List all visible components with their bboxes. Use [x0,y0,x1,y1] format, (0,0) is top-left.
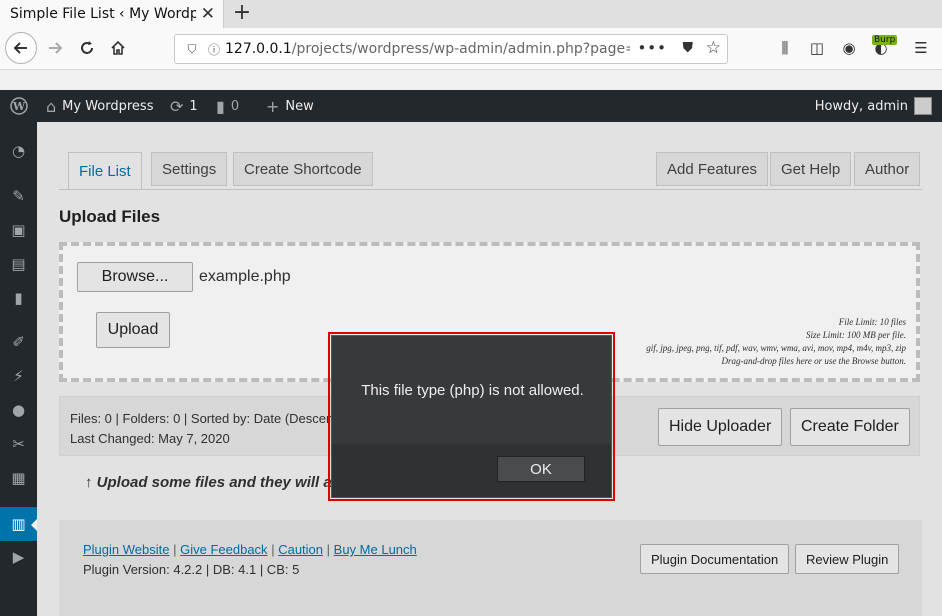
media-icon[interactable]: ▣ [0,213,37,247]
browser-navbar: ⛉ ⓘ 127.0.0.1/projects/wordpress/wp-admi… [0,28,942,70]
tools-icon[interactable]: ✂ [0,427,37,461]
library-icon[interactable]: ⫼ [774,39,796,57]
comments-link[interactable]: ▮ 0 [216,90,239,122]
wp-admin-bar: W ⌂ My Wordpress ⟳ 1 ▮ 0 + New Howdy, ad… [0,90,942,122]
settings-icon[interactable]: ▦ [0,461,37,495]
users-icon[interactable]: ● [0,393,37,427]
reload-icon [81,41,93,54]
simple-file-list-icon[interactable]: ▥ [0,507,37,541]
plugins-icon[interactable]: ⚡ [0,359,37,393]
reload-button[interactable] [72,33,102,63]
bookmark-star-icon[interactable]: ☆ [706,38,721,58]
forward-arrow-icon [49,42,63,54]
updates-count: 1 [189,98,198,114]
avatar [914,97,932,115]
ok-button[interactable]: OK [497,456,585,482]
back-arrow-icon [13,42,27,54]
posts-icon[interactable]: ✎ [0,179,37,213]
updates-icon: ⟳ [170,96,184,116]
url-bar[interactable]: ⛉ ⓘ 127.0.0.1/projects/wordpress/wp-admi… [174,34,728,64]
new-content-link[interactable]: + New [266,90,314,122]
browser-tab-title: Simple File List ‹ My Wordpre [10,6,196,22]
burp-badge: Burp [872,35,898,45]
page-actions-icon[interactable]: ••• [637,39,667,57]
url-host: 127.0.0.1 [225,41,292,57]
menu-icon[interactable]: ☰ [910,39,932,57]
browser-tab-strip: Simple File List ‹ My Wordpre ✕ + [0,0,942,28]
alert-dialog: This file type (php) is not allowed. OK [331,335,612,498]
home-button[interactable] [103,33,133,63]
account-menu[interactable]: Howdy, admin [815,90,932,122]
browser-tab[interactable]: Simple File List ‹ My Wordpre ✕ [0,0,224,28]
home-icon: ⌂ [46,96,57,116]
tracking-shield-icon[interactable]: ⛉ [181,42,203,57]
back-button[interactable] [5,32,37,64]
alert-message: This file type (php) is not allowed. [361,382,584,399]
comments-count: 0 [230,98,240,114]
site-info-icon[interactable]: ⓘ [203,41,225,58]
url-text[interactable]: 127.0.0.1/projects/wordpress/wp-admin/ad… [225,41,630,57]
comments-icon: ▮ [216,96,225,116]
plus-icon: + [266,96,280,116]
account-icon[interactable]: ◉ [838,39,860,57]
home-icon [111,40,125,55]
comments-icon[interactable]: ▮ [0,281,37,315]
pocket-icon[interactable]: ⛊ [683,40,694,56]
collapse-menu-icon[interactable]: ▶ [0,540,37,574]
sidebar-toggle-icon[interactable]: ◫ [806,39,828,57]
forward-button[interactable] [40,33,70,63]
updates-link[interactable]: ⟳ 1 [170,90,198,122]
pages-icon[interactable]: ▤ [0,247,37,281]
new-label: New [285,98,314,114]
wp-admin-sidebar: ◔ ✎ ▣ ▤ ▮ ✐ ⚡ ● ✂ ▦ ▥ ▶ [0,122,37,616]
wp-logo-icon: W [10,97,28,115]
appearance-icon[interactable]: ✐ [0,325,37,359]
close-tab-icon[interactable]: ✕ [201,4,215,24]
new-tab-button[interactable]: + [230,0,254,28]
dashboard-icon[interactable]: ◔ [0,134,37,168]
url-path: /projects/wordpress/wp-admin/admin.php?p… [291,41,630,57]
site-name-link[interactable]: ⌂ My Wordpress [46,90,153,122]
howdy-text: Howdy, admin [814,98,908,114]
svg-text:W: W [12,100,26,113]
wordpress-logo-icon[interactable]: W [10,90,28,122]
site-name: My Wordpress [62,98,154,114]
alert-footer: OK [332,444,611,497]
